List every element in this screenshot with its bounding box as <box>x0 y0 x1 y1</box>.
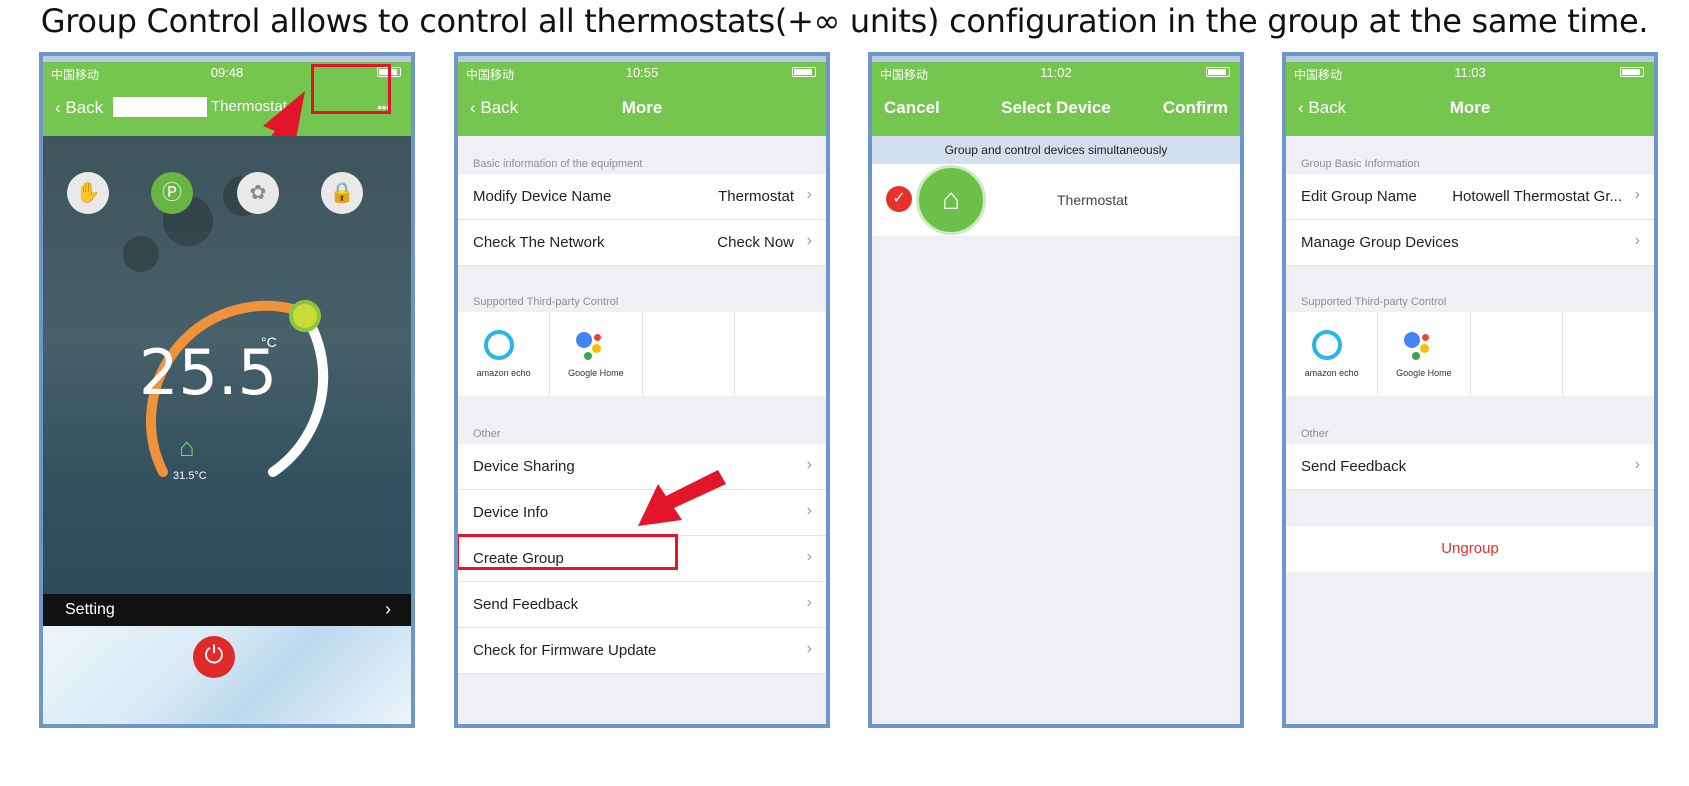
tile-caption: Google Home <box>568 368 624 378</box>
lock-icon[interactable]: 🔒 <box>321 172 363 214</box>
chevron-right-icon: › <box>806 186 812 203</box>
manage-group-devices-row[interactable]: Manage Group Devices › <box>1286 220 1654 266</box>
third-party-tiles: amazon echo Google Home <box>458 312 826 396</box>
google-home-tile[interactable]: Google Home <box>1378 312 1471 396</box>
amazon-echo-tile[interactable]: amazon echo <box>1286 312 1379 396</box>
clock: 10:55 <box>625 65 659 80</box>
phone-thermostat-screen: 中国移动 09:48 ‹ Back Thermostat ••• ✋ Ⓟ ✿ 🔒… <box>39 52 415 728</box>
setting-label: Setting <box>65 601 115 618</box>
tile-caption: Google Home <box>1396 368 1452 378</box>
clock: 11:02 <box>1040 65 1072 80</box>
ungroup-button[interactable]: Ungroup <box>1286 526 1654 572</box>
home-thermometer-icon: ⌂ <box>916 165 986 235</box>
row-label: Edit Group Name <box>1301 188 1417 205</box>
chevron-right-icon: › <box>806 640 812 657</box>
temperature-unit: °C <box>261 334 277 350</box>
home-thermometer-icon: ⌂ <box>179 432 195 462</box>
status-bar: 中国移动 11:02 <box>872 62 1240 82</box>
row-label: Send Feedback <box>473 596 579 613</box>
row-label: Send Feedback <box>1301 458 1407 475</box>
nav-bar: ‹ Back More <box>458 82 826 136</box>
phone-more-screen: 中国移动 10:55 ‹ Back More Basic information… <box>454 52 830 728</box>
row-value: Hotowell Thermostat Gr... <box>1452 188 1622 205</box>
google-home-tile[interactable]: Google Home <box>550 312 643 396</box>
firmware-update-row[interactable]: Check for Firmware Update › <box>458 628 826 674</box>
chevron-right-icon: › <box>385 599 391 619</box>
page-title: More <box>621 98 663 117</box>
chevron-right-icon: › <box>1634 456 1640 473</box>
hand-icon[interactable]: ✋ <box>67 172 109 214</box>
chevron-right-icon: › <box>1634 232 1640 249</box>
row-label: Device Info <box>473 504 549 521</box>
clock: 11:03 <box>1454 65 1486 80</box>
chevron-right-icon: › <box>806 232 812 249</box>
row-label: Manage Group Devices <box>1301 234 1459 251</box>
status-bar: 中国移动 10:55 <box>458 62 826 82</box>
chevron-right-icon: › <box>806 594 812 611</box>
section-label: Group Basic Information <box>1301 158 1420 170</box>
empty-tile <box>735 312 826 396</box>
setpoint-temperature: 25.5 <box>139 336 278 409</box>
tile-caption: amazon echo <box>1304 368 1359 378</box>
leaf-icon[interactable]: ✿ <box>237 172 279 214</box>
chevron-right-icon: › <box>806 456 812 473</box>
status-bar: 中国移动 11:03 <box>1286 62 1654 82</box>
device-row[interactable]: ✓ ⌂ Thermostat <box>872 164 1240 236</box>
section-label: Other <box>473 428 501 440</box>
empty-tile <box>643 312 735 396</box>
highlight-box <box>311 64 391 114</box>
check-network-row[interactable]: Check The Network Check Now › <box>458 220 826 266</box>
nav-bar: ‹ Back More <box>1286 82 1654 136</box>
headline: Group Control allows to control all ther… <box>40 2 1649 40</box>
modify-device-name-row[interactable]: Modify Device Name Thermostat › <box>458 174 826 220</box>
power-button[interactable]: ⏻ <box>193 636 235 678</box>
group-banner: Group and control devices simultaneously <box>872 136 1240 164</box>
section-label: Supported Third-party Control <box>473 296 619 308</box>
section-label: Other <box>1301 428 1329 440</box>
confirm-button[interactable]: Confirm <box>1163 98 1228 118</box>
chevron-right-icon: › <box>806 502 812 519</box>
back-label: Back <box>65 98 104 117</box>
phone-select-device-screen: 中国移动 11:02 Cancel Select Device Confirm … <box>868 52 1244 728</box>
row-label: Check for Firmware Update <box>473 642 657 659</box>
edit-group-name-row[interactable]: Edit Group Name Hotowell Thermostat Gr..… <box>1286 174 1654 220</box>
send-feedback-row[interactable]: Send Feedback › <box>458 582 826 628</box>
nav-bar: Cancel Select Device Confirm <box>872 82 1240 136</box>
battery-icon <box>792 67 816 77</box>
row-value: Check Now <box>717 234 794 251</box>
redacted-name <box>113 97 207 117</box>
checkmark-icon[interactable]: ✓ <box>886 186 912 212</box>
empty-tile <box>1471 312 1563 396</box>
p-mode-icon[interactable]: Ⓟ <box>151 172 193 214</box>
thermostat-panel: ✋ Ⓟ ✿ 🔒 25.5 °C ⌂ 31.5°C <box>43 136 411 594</box>
chevron-right-icon: › <box>806 548 812 565</box>
highlight-box <box>458 534 678 570</box>
alexa-icon <box>484 330 514 360</box>
send-feedback-row[interactable]: Send Feedback › <box>1286 444 1654 490</box>
chevron-right-icon: › <box>1634 186 1640 203</box>
setting-row[interactable]: Setting › <box>43 594 411 626</box>
row-label: Device Sharing <box>473 458 575 475</box>
row-label: Check The Network <box>473 234 605 251</box>
battery-icon <box>1620 67 1644 77</box>
back-button[interactable]: ‹ Back <box>55 98 103 118</box>
section-label: Basic information of the equipment <box>473 158 643 170</box>
pointer-arrow <box>638 470 726 526</box>
row-value: Thermostat <box>718 188 794 205</box>
tile-caption: amazon echo <box>476 368 531 378</box>
third-party-tiles: amazon echo Google Home <box>1286 312 1654 396</box>
page-title: More <box>1449 98 1491 117</box>
battery-icon <box>1206 67 1230 77</box>
row-label: Modify Device Name <box>473 188 612 205</box>
empty-tile <box>1563 312 1654 396</box>
room-temperature: 31.5°C <box>173 470 207 482</box>
amazon-echo-tile[interactable]: amazon echo <box>458 312 551 396</box>
alexa-icon <box>1312 330 1342 360</box>
section-label: Supported Third-party Control <box>1301 296 1447 308</box>
phone-group-more-screen: 中国移动 11:03 ‹ Back More Group Basic Infor… <box>1282 52 1658 728</box>
device-name: Thermostat <box>1057 192 1128 208</box>
